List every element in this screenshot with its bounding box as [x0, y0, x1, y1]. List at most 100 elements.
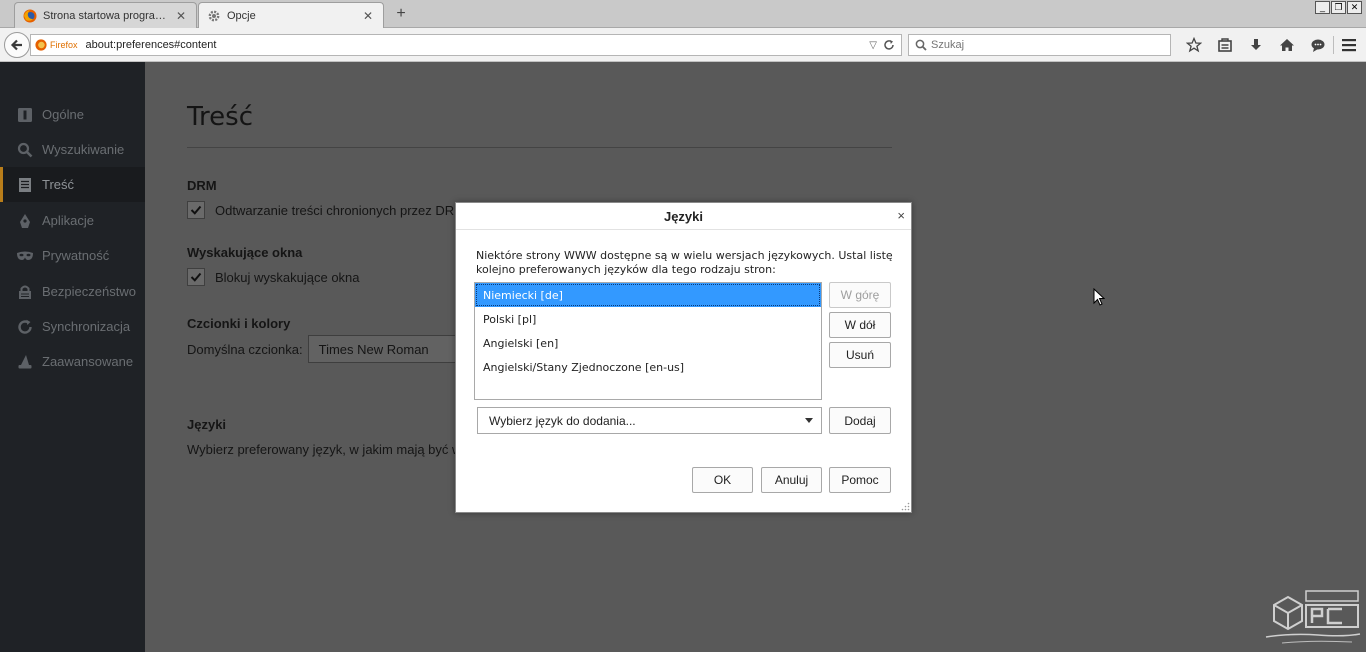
language-item-de[interactable]: Niemiecki [de] [475, 283, 821, 307]
toolbar-separator [1333, 36, 1334, 54]
general-icon [16, 106, 34, 124]
dialog-close-button[interactable]: × [897, 208, 905, 223]
sidebar-item-sync[interactable]: Synchronizacja [0, 309, 145, 344]
search-input[interactable] [931, 39, 1151, 51]
page-title: Treść [187, 102, 254, 132]
advanced-wizard-icon [16, 353, 34, 371]
default-font-label: Domyślna czcionka: [187, 341, 303, 357]
sidebar-item-label: Zaawansowane [42, 354, 134, 369]
sidebar-item-label: Aplikacje [42, 213, 95, 228]
language-item-en[interactable]: Angielski [en] [475, 331, 821, 355]
reload-icon[interactable] [883, 39, 895, 51]
search-icon [16, 141, 34, 159]
add-button[interactable]: Dodaj [829, 407, 891, 434]
bookmark-star-icon[interactable] [1178, 34, 1209, 56]
language-item-pl[interactable]: Polski [pl] [475, 307, 821, 331]
sidebar-item-label: Synchronizacja [42, 319, 131, 334]
tab-strip: Strona startowa programu M... ✕ Opcje ✕ … [0, 0, 1366, 28]
menu-icon[interactable] [1338, 34, 1360, 56]
tab-options[interactable]: Opcje ✕ [198, 2, 384, 28]
sidebar-item-label: Bezpieczeństwo [42, 284, 136, 299]
navigation-toolbar: Firefox about:preferences#content ▽ [0, 28, 1366, 62]
applications-icon [16, 212, 34, 230]
move-down-button[interactable]: W dół [829, 312, 891, 338]
close-tab-icon[interactable]: ✕ [361, 9, 375, 23]
drm-checkbox-row[interactable]: Odtwarzanie treści chronionych przez DRM [187, 201, 465, 219]
firefox-logo-icon [35, 39, 47, 51]
add-language-select[interactable]: Wybierz język do dodania... [477, 407, 822, 434]
sidebar-item-content[interactable]: Treść [0, 167, 145, 202]
chat-icon[interactable] [1302, 34, 1333, 56]
block-popups-label: Blokuj wyskakujące okna [215, 269, 360, 285]
ok-button[interactable]: OK [692, 467, 753, 493]
drm-heading: DRM [187, 178, 217, 193]
search-icon [915, 39, 927, 51]
remove-button[interactable]: Usuń [829, 342, 891, 368]
fonts-heading: Czcionki i kolory [187, 316, 291, 331]
dialog-title: Języki [663, 209, 704, 224]
dialog-description: Niektóre strony WWW dostępne są w wielu … [476, 249, 893, 276]
watermark-logo-icon [1265, 590, 1361, 644]
url-text[interactable]: about:preferences#content [86, 39, 870, 51]
chevron-down-icon [805, 418, 813, 423]
home-icon[interactable] [1271, 34, 1302, 56]
identity-label: Firefox [50, 40, 78, 50]
checkmark-icon [190, 205, 202, 215]
minimize-button[interactable]: _ [1315, 1, 1330, 14]
tab-label: Strona startowa programu M... [43, 9, 174, 22]
sidebar-item-general[interactable]: Ogólne [0, 97, 145, 132]
search-bar[interactable] [908, 34, 1171, 56]
window-controls: _ ❐ ✕ [1315, 1, 1362, 14]
content-icon [16, 176, 34, 194]
sidebar-item-privacy[interactable]: Prywatność [0, 238, 145, 273]
languages-heading: Języki [187, 417, 227, 432]
help-button[interactable]: Pomoc [829, 467, 891, 493]
checkmark-icon [190, 272, 202, 282]
languages-dialog: Języki × Niektóre strony WWW dostępne są… [455, 202, 912, 513]
move-up-button[interactable]: W górę [829, 282, 891, 308]
mouse-cursor-icon [1093, 288, 1105, 306]
add-language-placeholder: Wybierz język do dodania... [489, 413, 636, 428]
tab-label: Opcje [227, 9, 256, 22]
sidebar-item-label: Ogólne [42, 107, 84, 122]
dialog-titlebar: Języki × [456, 203, 911, 230]
languages-description: Wybierz preferowany język, w jakim mają … [187, 442, 457, 457]
language-item-en-us[interactable]: Angielski/Stany Zjednoczone [en-us] [475, 355, 821, 379]
back-arrow-icon [10, 39, 22, 51]
downloads-icon[interactable] [1240, 34, 1271, 56]
sidebar-item-label: Wyszukiwanie [42, 142, 125, 157]
language-list[interactable]: Niemiecki [de] Polski [pl] Angielski [en… [474, 282, 822, 400]
sidebar-item-advanced[interactable]: Zaawansowane [0, 344, 145, 379]
gear-icon [208, 10, 220, 21]
popups-heading: Wyskakujące okna [187, 245, 303, 260]
sidebar-item-applications[interactable]: Aplikacje [0, 203, 145, 238]
url-bar[interactable]: Firefox about:preferences#content ▽ [30, 34, 902, 56]
sidebar-item-search[interactable]: Wyszukiwanie [0, 132, 145, 167]
preferences-sidebar: Ogólne Wyszukiwanie Treść Aplikacje Pryw… [0, 62, 145, 652]
drm-checkbox-label: Odtwarzanie treści chronionych przez DRM [215, 202, 465, 218]
popups-checkbox-row[interactable]: Blokuj wyskakujące okna [187, 268, 360, 286]
default-font-row: Domyślna czcionka: Times New Roman [187, 335, 468, 363]
sidebar-item-label: Prywatność [42, 248, 110, 263]
sidebar-item-label: Treść [42, 177, 75, 192]
firefox-logo-icon [23, 9, 37, 22]
back-button[interactable] [4, 32, 30, 58]
restore-button[interactable]: ❐ [1331, 1, 1346, 14]
drm-checkbox[interactable] [187, 201, 205, 219]
identity-box[interactable]: Firefox [35, 39, 86, 51]
security-lock-icon [16, 283, 34, 301]
resize-grip-icon[interactable] [901, 502, 910, 511]
cancel-button[interactable]: Anuluj [761, 467, 822, 493]
default-font-select[interactable]: Times New Roman [307, 335, 468, 363]
new-tab-button[interactable]: + [392, 5, 410, 23]
close-window-button[interactable]: ✕ [1347, 1, 1362, 14]
reading-list-icon[interactable] [1209, 34, 1240, 56]
sidebar-item-security[interactable]: Bezpieczeństwo [0, 274, 145, 309]
privacy-mask-icon [16, 247, 34, 265]
block-popups-checkbox[interactable] [187, 268, 205, 286]
tab-start-page[interactable]: Strona startowa programu M... ✕ [14, 2, 197, 28]
history-dropdown-icon[interactable]: ▽ [869, 40, 877, 51]
close-tab-icon[interactable]: ✕ [174, 9, 188, 23]
title-divider [187, 147, 892, 148]
sync-icon [16, 318, 34, 336]
